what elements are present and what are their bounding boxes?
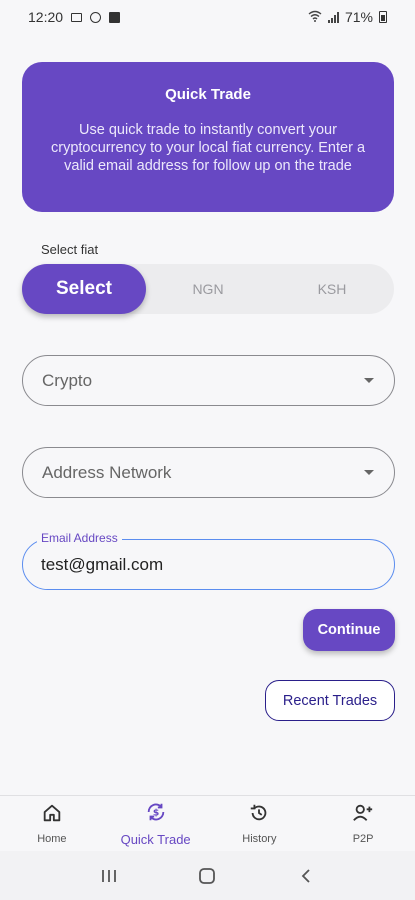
signal-icon (327, 11, 339, 23)
back-chevron-icon (301, 868, 310, 883)
bottom-navigation: Home $ Quick Trade History P2P (0, 795, 415, 851)
nav-label-home: Home (37, 833, 67, 845)
email-field-container: Email Address (22, 531, 395, 590)
nav-label-history: History (242, 833, 277, 845)
caret-down-icon (364, 378, 374, 383)
battery-percent: 71% (344, 9, 373, 25)
fiat-option-ksh[interactable]: KSH (270, 264, 394, 314)
nav-item-home[interactable]: Home (0, 796, 104, 851)
recent-trades-button[interactable]: Recent Trades (265, 680, 395, 721)
fiat-label: Select fiat (41, 242, 99, 257)
exchange-dollar-icon: $ (145, 801, 167, 828)
svg-text:$: $ (152, 807, 158, 818)
fiat-option-ngn[interactable]: NGN (146, 264, 270, 314)
screen-cast-icon (71, 12, 83, 22)
nav-item-quick-trade[interactable]: $ Quick Trade (104, 796, 208, 851)
email-field-label: Email Address (37, 531, 122, 545)
system-navigation-bar (0, 851, 415, 900)
email-field[interactable] (41, 553, 371, 577)
crypto-dropdown-label: Crypto (42, 370, 93, 390)
dnd-icon (90, 11, 102, 23)
fiat-segmented-control: Select NGN KSH (22, 264, 394, 314)
nav-label-quick-trade: Quick Trade (120, 831, 191, 847)
back-system-button[interactable] (286, 861, 326, 891)
header-title: Quick Trade (165, 86, 251, 103)
status-right: 71% (308, 9, 387, 25)
status-bar: 12:20 71% (0, 0, 415, 34)
nav-item-p2p[interactable]: P2P (311, 796, 415, 851)
status-time: 12:20 (28, 9, 64, 25)
add-user-icon (352, 802, 374, 829)
nav-label-p2p: P2P (352, 833, 374, 845)
address-network-dropdown[interactable]: Address Network (22, 447, 395, 498)
history-icon (248, 802, 270, 829)
notification-icon (109, 11, 121, 23)
continue-button[interactable]: Continue (303, 609, 395, 651)
caret-down-icon (364, 470, 374, 475)
nav-item-history[interactable]: History (208, 796, 312, 851)
header-description: Use quick trade to instantly convert you… (50, 122, 366, 174)
recent-apps-button[interactable] (89, 861, 129, 891)
recent-apps-icon (102, 869, 117, 882)
crypto-dropdown[interactable]: Crypto (22, 355, 395, 406)
address-network-dropdown-label: Address Network (42, 462, 172, 482)
quick-trade-header-card: Quick Trade Use quick trade to instantly… (22, 62, 394, 212)
home-square-icon (199, 867, 216, 884)
battery-icon (379, 11, 387, 23)
home-system-button[interactable] (187, 861, 227, 891)
fiat-option-select[interactable]: Select (22, 264, 146, 314)
wifi-icon (308, 9, 322, 25)
home-icon (41, 802, 63, 829)
status-left: 12:20 (28, 9, 121, 25)
